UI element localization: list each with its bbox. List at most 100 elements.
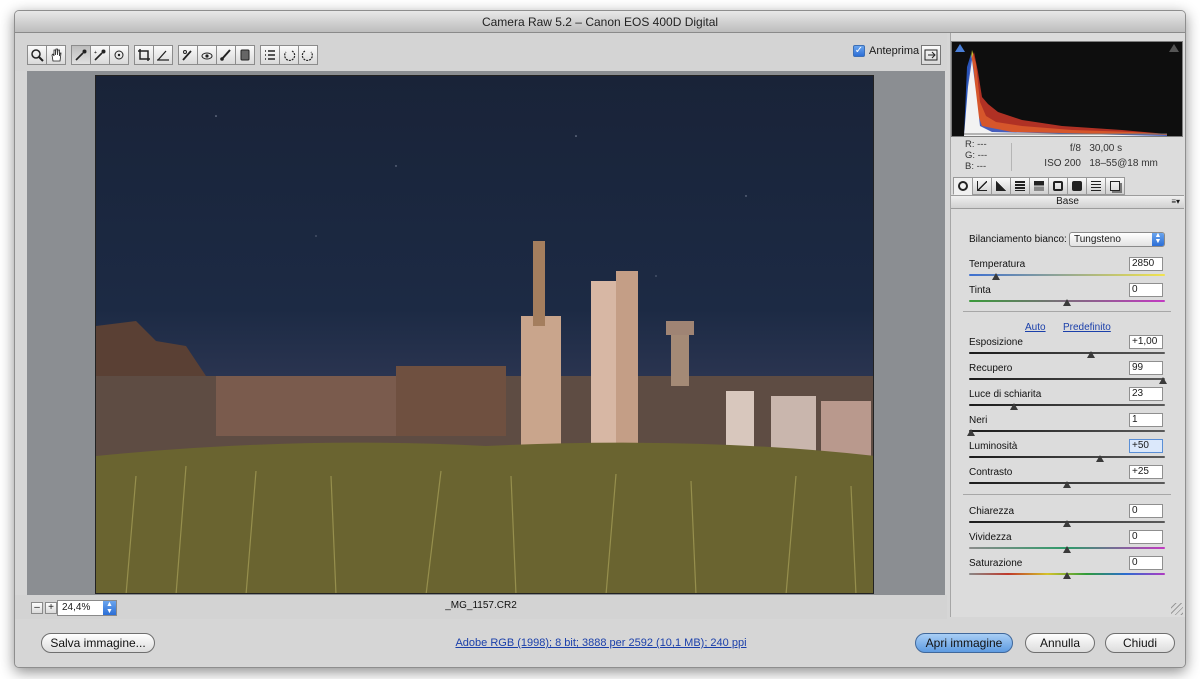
white-balance-label: Bilanciamento bianco:	[969, 234, 1067, 245]
tab-hsl[interactable]	[1010, 177, 1030, 195]
slider-label: Vividezza	[969, 532, 1012, 543]
toolbar: + ✓ Anteprima	[15, 33, 947, 71]
slider-label: Neri	[969, 415, 988, 426]
slider-label: Saturazione	[969, 558, 1023, 569]
slider-label: Tinta	[969, 285, 991, 296]
chevron-updown-icon: ▲ ▼	[1152, 232, 1164, 246]
slider-value-field[interactable]: 0	[1129, 283, 1163, 297]
image-canvas[interactable]	[27, 71, 945, 595]
slider-thumb[interactable]	[1086, 351, 1095, 358]
lens: 18–55@18 mm	[1089, 158, 1158, 169]
tab-camera-calibration[interactable]	[1067, 177, 1087, 195]
window-title: Camera Raw 5.2 – Canon EOS 400D Digital	[15, 11, 1185, 33]
color-sampler-icon[interactable]: +	[90, 45, 110, 65]
slider-value-field[interactable]: 0	[1129, 530, 1163, 544]
tab-tone-curve[interactable]	[972, 177, 992, 195]
slider-thumb[interactable]	[1010, 403, 1019, 410]
panel-menu-icon[interactable]: ≡▾	[1171, 196, 1180, 208]
preview-toggle[interactable]: ✓ Anteprima	[853, 45, 919, 57]
red-eye-icon[interactable]	[197, 45, 217, 65]
slider-thumb[interactable]	[1063, 520, 1071, 527]
crop-icon[interactable]	[134, 45, 154, 65]
slider-track[interactable]	[969, 378, 1165, 380]
divider	[963, 311, 1171, 312]
slider-label: Recupero	[969, 363, 1013, 374]
snapshots-icon	[1110, 181, 1120, 191]
slider-track[interactable]	[969, 352, 1165, 354]
slider-label: Chiarezza	[969, 506, 1015, 517]
slider-value-field[interactable]: +50	[1129, 439, 1163, 453]
presets-icon	[1091, 181, 1101, 191]
highlight-clipping-icon[interactable]	[1169, 44, 1179, 52]
tab-detail[interactable]	[991, 177, 1011, 195]
slider-value-field[interactable]: +25	[1129, 465, 1163, 479]
default-link[interactable]: Predefinito	[1063, 322, 1111, 333]
hand-icon[interactable]	[46, 45, 66, 65]
slider-value-field[interactable]: +1,00	[1129, 335, 1163, 349]
slider-value-field[interactable]: 2850	[1129, 257, 1163, 271]
split-toning-icon	[1034, 181, 1044, 191]
image-info: R: --- G: --- B: --- f/8 30,00 s ISO 200…	[951, 139, 1183, 177]
aperture: f/8	[1069, 143, 1081, 154]
open-image-button[interactable]: Apri immagine	[915, 633, 1013, 653]
slider-thumb[interactable]	[1063, 572, 1071, 579]
slider-thumb[interactable]	[1063, 546, 1071, 553]
tab-lens-corrections[interactable]	[1048, 177, 1068, 195]
panel-title: Base	[1056, 196, 1079, 207]
fullscreen-icon	[924, 49, 938, 61]
aperture-icon	[958, 181, 968, 191]
slider-value-field[interactable]: 0	[1129, 556, 1163, 570]
spot-removal-icon[interactable]	[178, 45, 198, 65]
slider-thumb[interactable]	[1159, 377, 1168, 384]
camera-icon	[1072, 181, 1082, 191]
rotate-left-icon[interactable]	[279, 45, 299, 65]
slider-thumb[interactable]	[966, 429, 975, 436]
bottom-bar: Salva immagine... Adobe RGB (1998); 8 bi…	[15, 619, 1185, 667]
zoom-icon[interactable]	[27, 45, 47, 65]
slider-thumb[interactable]	[1063, 481, 1071, 488]
cancel-button[interactable]: Annulla	[1025, 633, 1095, 653]
divider	[963, 494, 1171, 495]
white-balance-select[interactable]: Tungsteno ▲ ▼	[1069, 232, 1165, 247]
adjustment-brush-icon[interactable]	[216, 45, 236, 65]
slider-track[interactable]	[969, 404, 1165, 406]
lens-icon	[1053, 181, 1063, 191]
white-balance-icon[interactable]	[71, 45, 91, 65]
panel-tabs	[953, 177, 1125, 195]
svg-text:+: +	[94, 50, 97, 56]
shadow-clipping-icon[interactable]	[955, 44, 965, 52]
slider-thumb[interactable]	[1063, 299, 1071, 306]
histogram-graph	[964, 50, 1167, 136]
tab-basic[interactable]	[953, 177, 973, 195]
panel-header: Base ≡▾	[951, 195, 1184, 209]
slider-value-field[interactable]: 23	[1129, 387, 1163, 401]
done-button[interactable]: Chiudi	[1105, 633, 1175, 653]
preview-checkbox[interactable]: ✓	[853, 45, 865, 57]
fullscreen-button[interactable]	[921, 45, 941, 65]
tab-snapshots[interactable]	[1105, 177, 1125, 195]
camera-raw-window: Camera Raw 5.2 – Canon EOS 400D Digital …	[14, 10, 1186, 668]
slider-track[interactable]	[969, 430, 1165, 432]
shutter-speed: 30,00 s	[1089, 143, 1123, 154]
auto-link[interactable]: Auto	[1025, 322, 1046, 333]
tool-group: +	[27, 45, 318, 65]
rotate-right-icon[interactable]	[298, 45, 318, 65]
slider-value-field[interactable]: 1	[1129, 413, 1163, 427]
slider-label: Luminosità	[969, 441, 1018, 452]
resize-grip-icon[interactable]	[1171, 603, 1183, 615]
targeted-adjustment-icon[interactable]	[109, 45, 129, 65]
basic-panel: Bilanciamento bianco: Tungsteno ▲ ▼ Auto …	[951, 209, 1184, 617]
photo-preview[interactable]	[95, 75, 874, 594]
tab-split-toning[interactable]	[1029, 177, 1049, 195]
slider-thumb[interactable]	[992, 273, 1001, 280]
graduated-filter-icon[interactable]	[235, 45, 255, 65]
slider-label: Contrasto	[969, 467, 1013, 478]
tab-presets[interactable]	[1086, 177, 1106, 195]
preferences-icon[interactable]	[260, 45, 280, 65]
slider-value-field[interactable]: 99	[1129, 361, 1163, 375]
slider-thumb[interactable]	[1096, 455, 1105, 462]
slider-track[interactable]	[969, 456, 1165, 458]
slider-value-field[interactable]: 0	[1129, 504, 1163, 518]
b-value: B: ---	[965, 161, 987, 172]
straighten-icon[interactable]	[153, 45, 173, 65]
